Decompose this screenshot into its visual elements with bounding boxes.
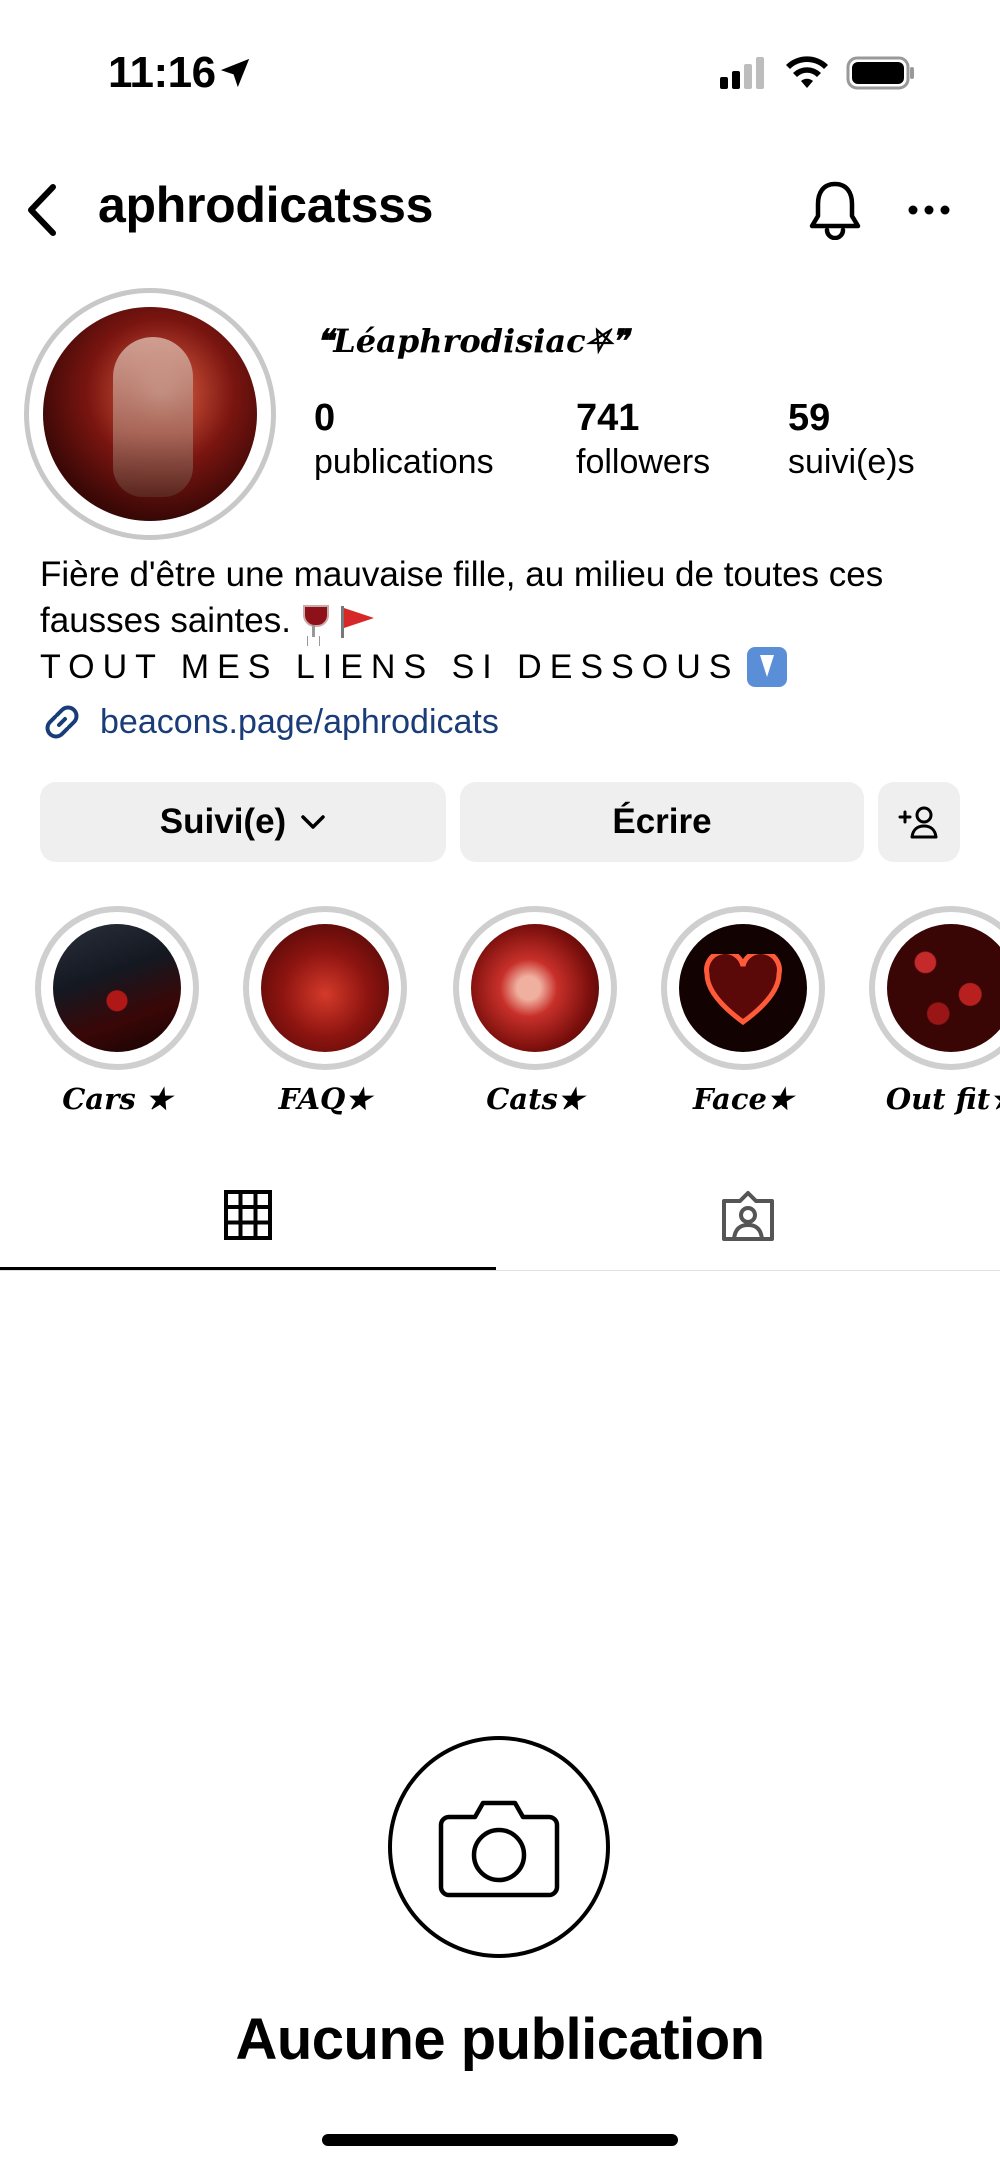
- highlight-cover: [261, 924, 389, 1052]
- down-arrow-icon: [747, 647, 788, 687]
- highlight-cover: [53, 924, 181, 1052]
- suggest-users-button[interactable]: [878, 782, 960, 862]
- avatar-photo-figure: [113, 337, 193, 497]
- stat-following[interactable]: 59 suivi(e)s: [788, 396, 915, 484]
- highlight-cats[interactable]: Cats★: [450, 906, 620, 1116]
- profile-username: aphrodicatsss: [98, 177, 434, 233]
- bio-line: Fière d'être une mauvaise fille, au mili…: [40, 555, 884, 594]
- bio-line: TOUT MES LIENS SI DESSOUS: [40, 644, 980, 690]
- add-person-icon: [898, 806, 938, 839]
- tabs-divider: [0, 1270, 1000, 1271]
- profile-avatar-ring[interactable]: [24, 288, 276, 540]
- status-bar: 11:16: [0, 0, 1000, 140]
- status-indicators: [718, 56, 916, 90]
- message-button-label: Écrire: [612, 802, 712, 841]
- tagged-icon: [722, 1191, 774, 1241]
- empty-state-icon-circle: [388, 1736, 610, 1958]
- avatar: [43, 307, 257, 521]
- highlight-ring: [661, 906, 825, 1070]
- wine-glass-icon: [299, 601, 329, 641]
- heart-icon: [704, 954, 782, 1026]
- bell-icon: [809, 181, 861, 240]
- back-chevron-icon: [28, 184, 56, 236]
- highlight-label: FAQ★: [278, 1082, 372, 1116]
- battery-icon: [846, 56, 914, 90]
- highlight-cover: [471, 924, 599, 1052]
- highlight-label: Out fit★: [885, 1082, 1000, 1116]
- highlight-label: Cars ★: [62, 1082, 172, 1116]
- home-indicator[interactable]: [322, 2134, 678, 2146]
- back-button[interactable]: [18, 180, 64, 240]
- stat-label: publications: [314, 443, 494, 481]
- more-horizontal-icon: [908, 205, 950, 215]
- grid-icon: [224, 1189, 272, 1240]
- highlight-cars[interactable]: Cars ★: [32, 906, 202, 1116]
- stat-label: followers: [576, 443, 711, 481]
- link-icon: [45, 705, 79, 739]
- stat-publications[interactable]: 0 publications: [314, 396, 494, 484]
- highlight-outfit[interactable]: Out fit★: [866, 906, 1000, 1116]
- location-arrow-icon: [220, 58, 250, 88]
- highlight-label: Face★: [693, 1082, 793, 1116]
- bio-line-text: TOUT MES LIENS SI DESSOUS: [40, 648, 740, 686]
- story-highlights: Cars ★ FAQ★ Cats★ Face★ Out fit★: [0, 906, 1000, 1126]
- stat-value: 741: [576, 397, 640, 439]
- cellular-signal-icon: [720, 57, 764, 89]
- bio-line: fausses saintes.: [40, 598, 980, 644]
- highlight-face[interactable]: Face★: [658, 906, 828, 1116]
- notifications-button[interactable]: [800, 174, 870, 244]
- profile-bio: Fière d'être une mauvaise fille, au mili…: [40, 552, 980, 690]
- status-time: 11:16: [108, 48, 216, 97]
- highlight-ring: [243, 906, 407, 1070]
- more-options-button[interactable]: [894, 180, 964, 240]
- chevron-down-icon: [301, 815, 325, 829]
- profile-display-name: ❝Léaphrodisiac⛧❞: [316, 322, 629, 360]
- profile-tabs: [0, 1162, 1000, 1272]
- highlight-ring: [453, 906, 617, 1070]
- stat-value: 59: [788, 397, 831, 439]
- highlight-cover: [679, 924, 807, 1052]
- following-button-label: Suivi(e): [159, 802, 287, 841]
- profile-nav-bar: aphrodicatsss: [0, 160, 1000, 250]
- following-button[interactable]: Suivi(e): [40, 782, 446, 862]
- empty-state-title: Aucune publication: [235, 2007, 765, 2072]
- profile-link-text[interactable]: beacons.page/aphrodicats: [100, 703, 499, 742]
- stat-followers[interactable]: 741 followers: [576, 396, 710, 484]
- tab-posts-grid[interactable]: [0, 1162, 496, 1270]
- highlight-faq[interactable]: FAQ★: [240, 906, 410, 1116]
- profile-link[interactable]: beacons.page/aphrodicats: [40, 700, 499, 744]
- message-button[interactable]: Écrire: [460, 782, 864, 862]
- stat-label: suivi(e)s: [788, 443, 915, 481]
- tab-tagged[interactable]: [500, 1162, 996, 1270]
- wifi-icon: [786, 56, 828, 88]
- highlight-ring: [35, 906, 199, 1070]
- stat-value: 0: [314, 397, 336, 439]
- highlight-label: Cats★: [486, 1082, 584, 1116]
- camera-icon: [438, 1800, 560, 1898]
- red-flag-icon: [337, 604, 377, 638]
- highlight-cover: [887, 924, 1000, 1052]
- bio-line-text: fausses saintes.: [40, 601, 291, 640]
- highlight-ring: [869, 906, 1000, 1070]
